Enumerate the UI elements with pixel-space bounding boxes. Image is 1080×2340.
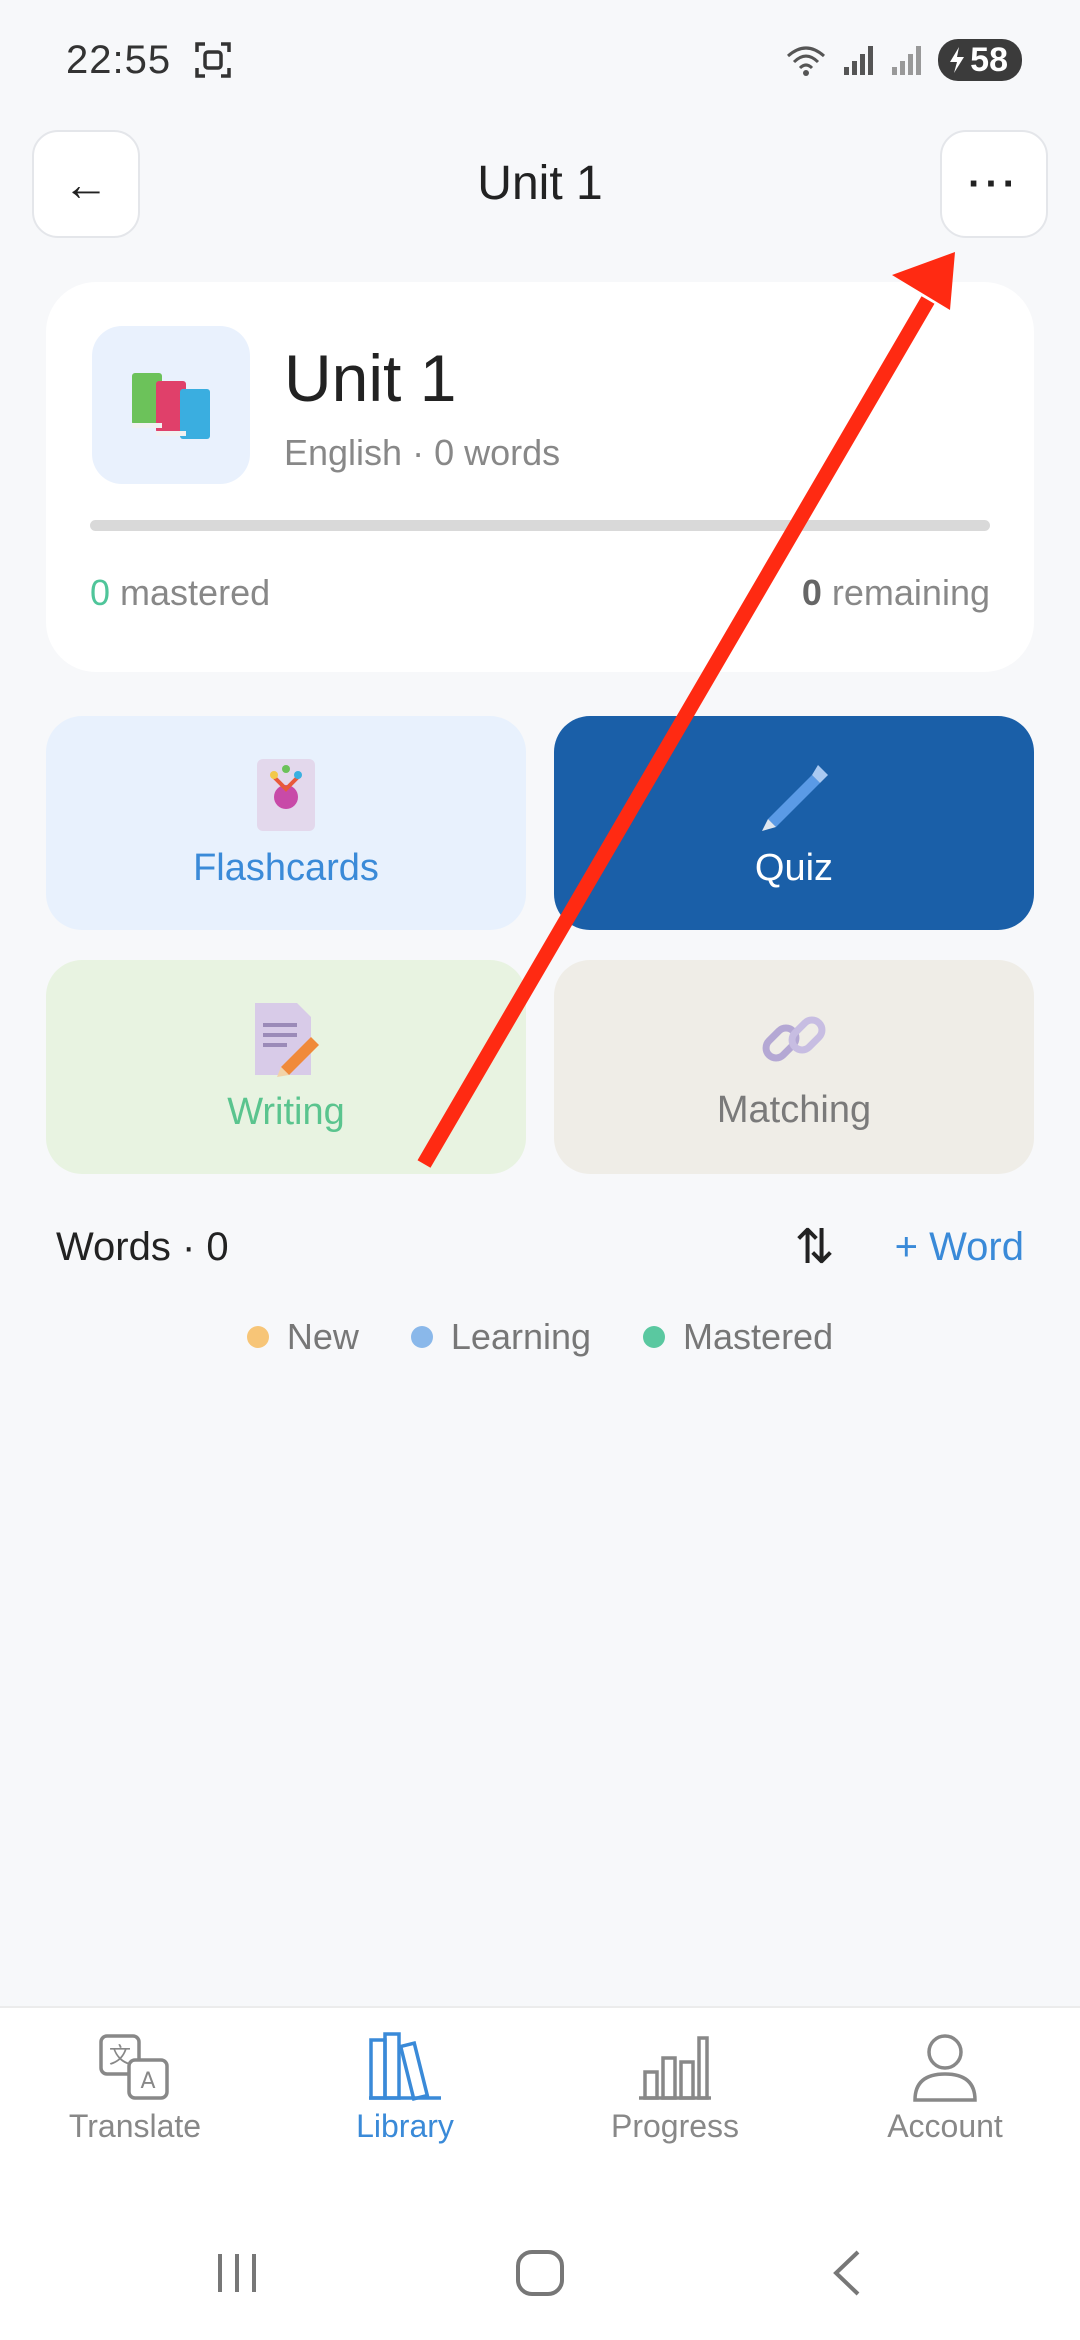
app-header: Unit 1 ← ···	[32, 130, 1048, 238]
status-time: 22:55	[66, 37, 172, 82]
translate-icon: 文 A	[99, 2034, 169, 2100]
back-system-icon[interactable]	[826, 2248, 866, 2298]
recent-apps-icon[interactable]	[212, 2248, 262, 2298]
svg-text:A: A	[140, 2069, 155, 2094]
words-header: Words · 0 ⇅ + Word	[56, 1212, 1024, 1282]
legend-dot-learning	[410, 1326, 433, 1348]
link-icon	[762, 1016, 826, 1061]
unit-thumbnail	[92, 326, 250, 484]
bar-chart-icon	[639, 2036, 711, 2100]
system-navigation-bar	[0, 2206, 1080, 2340]
unit-subtitle: English · 0 words	[284, 432, 561, 473]
quiz-button[interactable]: Quiz	[554, 716, 1034, 930]
nav-label-library: Library	[356, 2108, 454, 2144]
legend-dot-mastered	[643, 1326, 666, 1348]
home-icon[interactable]	[514, 2248, 566, 2298]
books-icon	[132, 373, 210, 439]
nav-item-translate[interactable]: 文 A Translate	[20, 2032, 250, 2145]
battery-indicator: 58	[938, 39, 1022, 81]
matching-button[interactable]: Matching	[554, 960, 1034, 1174]
nav-label-translate: Translate	[68, 2108, 202, 2144]
memo-pencil-icon	[255, 1002, 319, 1077]
quiz-label: Quiz	[754, 846, 834, 889]
words-count-title: Words · 0	[56, 1224, 229, 1269]
writing-label: Writing	[227, 1090, 345, 1133]
mastered-label: mastered	[120, 572, 271, 613]
back-arrow-icon: ←	[63, 158, 109, 210]
nav-item-account[interactable]: Account	[830, 2032, 1060, 2145]
legend-label-new: New	[286, 1316, 359, 1357]
nav-label-progress: Progress	[610, 2108, 740, 2144]
more-dots-icon: ···	[968, 161, 1020, 206]
legend-label-mastered: Mastered	[683, 1316, 834, 1357]
mastery-progress-bar	[90, 520, 990, 531]
add-word-button[interactable]: + Word	[895, 1225, 1024, 1270]
user-icon	[913, 2034, 977, 2102]
remaining-stat: 0 remaining	[802, 572, 990, 614]
nav-item-library[interactable]: Library	[290, 2032, 520, 2145]
status-bar: 22:55 58	[0, 0, 1080, 120]
remaining-label: remaining	[831, 572, 990, 613]
legend-label-learning: Learning	[450, 1316, 592, 1357]
more-options-button[interactable]: ···	[940, 130, 1048, 238]
nav-label-account: Account	[887, 2108, 1003, 2144]
signal-icon	[844, 46, 874, 75]
flashcard-icon	[257, 758, 315, 831]
back-button[interactable]: ←	[32, 130, 140, 238]
flashcards-button[interactable]: Flashcards	[46, 716, 526, 930]
charging-bolt-icon	[950, 47, 965, 73]
wifi-icon	[787, 46, 826, 76]
pen-icon	[762, 764, 828, 831]
bottom-navigation: 文 A Translate Library Progress Account	[0, 2006, 1080, 2206]
sort-icon[interactable]: ⇅	[794, 1219, 834, 1275]
mastered-count: 0	[90, 572, 111, 613]
page-title: Unit 1	[477, 157, 603, 210]
nav-item-progress[interactable]: Progress	[560, 2032, 790, 2145]
legend-item-mastered: Mastered	[643, 1316, 833, 1358]
flashcards-label: Flashcards	[193, 846, 379, 889]
remaining-count: 0	[801, 572, 822, 613]
matching-label: Matching	[716, 1088, 872, 1131]
screenshot-icon	[195, 42, 231, 78]
svg-text:文: 文	[109, 2044, 131, 2069]
unit-name: Unit 1	[284, 341, 457, 415]
mastered-stat: 0 mastered	[90, 572, 270, 614]
library-icon	[369, 2032, 441, 2102]
legend-item-learning: Learning	[410, 1316, 592, 1358]
signal-icon-secondary	[892, 46, 922, 75]
writing-button[interactable]: Writing	[46, 960, 526, 1174]
legend-item-new: New	[246, 1316, 359, 1358]
legend-dot-new	[246, 1326, 269, 1348]
status-legend: New Learning Mastered	[0, 1316, 1080, 1358]
unit-summary-card: Unit 1 English · 0 words 0 mastered 0 re…	[46, 282, 1034, 672]
battery-level: 58	[970, 40, 1008, 79]
